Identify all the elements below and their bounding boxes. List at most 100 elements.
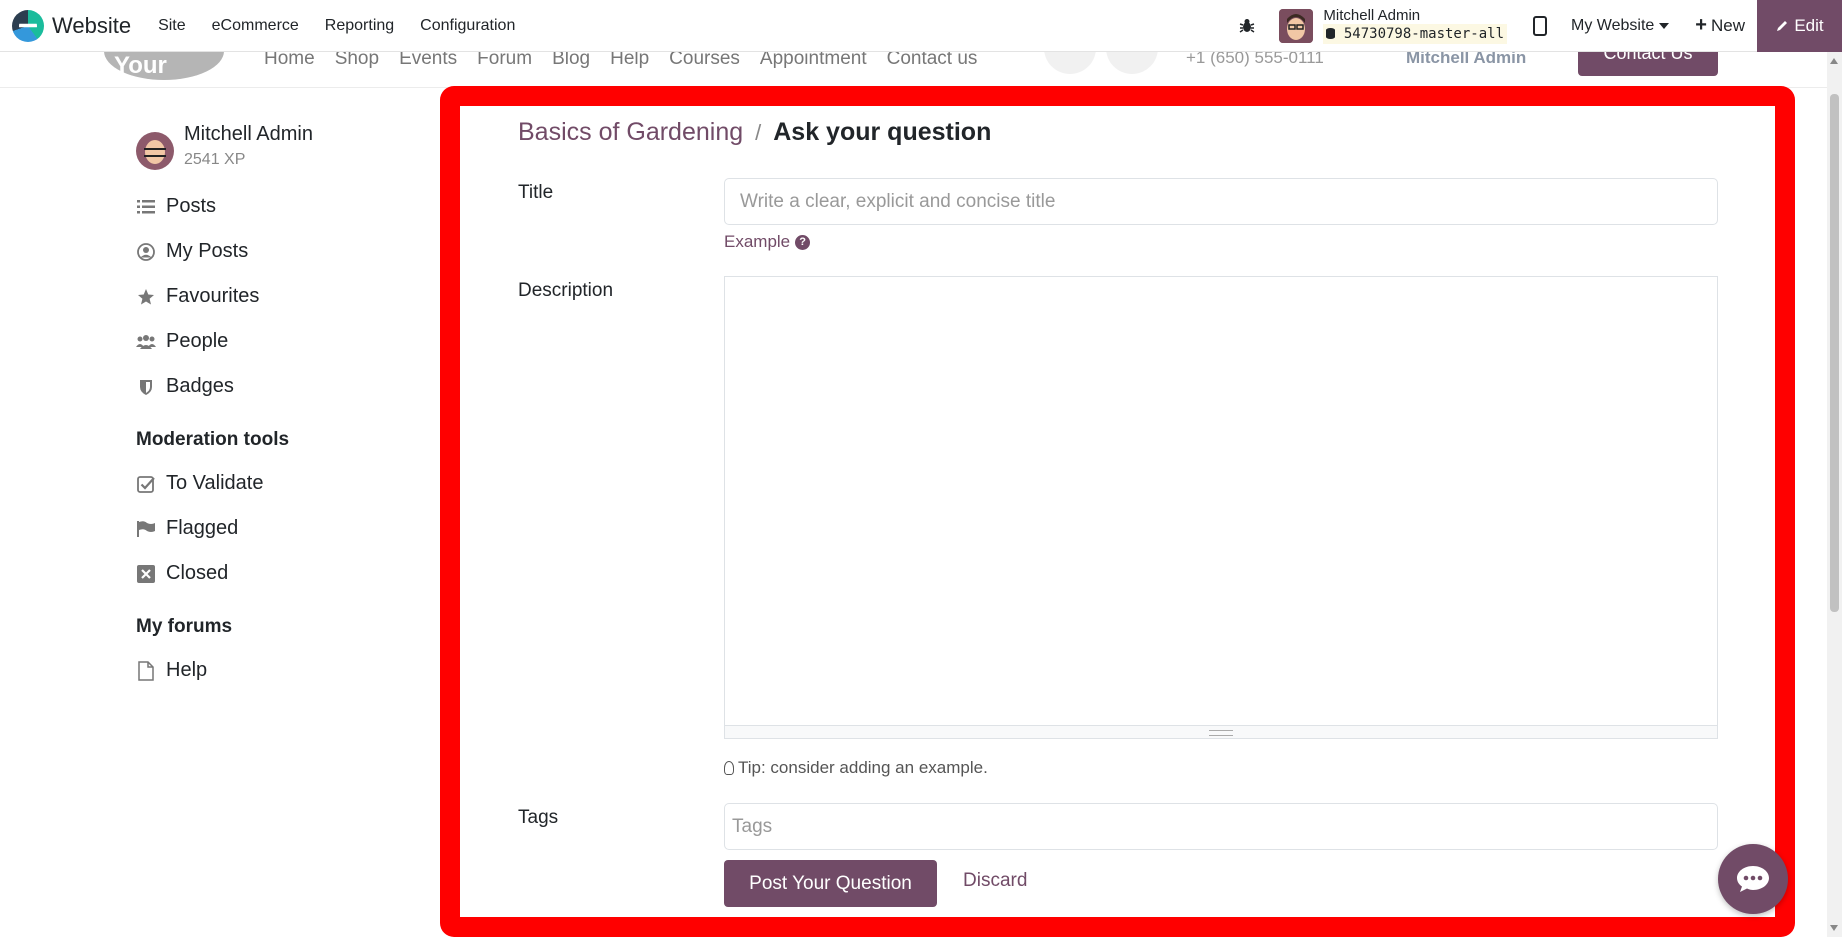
app-name: Website — [52, 12, 132, 38]
tags-input[interactable]: Tags — [724, 803, 1718, 850]
sidebar-item-posts[interactable]: Posts — [136, 184, 416, 229]
database-icon — [1326, 27, 1336, 39]
forum-sidebar: Mitchell Admin 2541 XP Posts My Posts Fa… — [136, 120, 416, 693]
sidebar-item-closed[interactable]: Closed — [136, 551, 416, 596]
tags-label: Tags — [518, 807, 559, 828]
user-menu[interactable]: Mitchell Admin 54730798-master-all — [1279, 6, 1508, 44]
sidebar-item-badges[interactable]: Badges — [136, 364, 416, 409]
contact-us-label: Contact Us — [1603, 52, 1693, 63]
chat-bubble-icon — [1737, 866, 1769, 892]
new-content-button[interactable]: + New — [1695, 14, 1745, 37]
my-forums-heading: My forums — [136, 616, 233, 637]
sidebar-item-to-validate[interactable]: To Validate — [136, 461, 416, 506]
shield-icon — [136, 377, 156, 397]
search-icon[interactable] — [1106, 52, 1158, 74]
site-nav: Home Shop Events Forum Blog Help Courses… — [264, 52, 997, 70]
plus-icon: + — [1695, 14, 1707, 36]
menu-reporting[interactable]: Reporting — [312, 17, 407, 35]
site-nav-contact[interactable]: Contact us — [887, 52, 978, 70]
site-nav-forum[interactable]: Forum — [477, 52, 532, 70]
odoo-navbar: Website Site eCommerce Reporting Configu… — [0, 0, 1842, 52]
livechat-button[interactable] — [1718, 844, 1788, 914]
user-circle-icon — [136, 242, 156, 262]
pencil-icon — [1777, 20, 1788, 31]
sidebar-item-help[interactable]: Help — [136, 648, 416, 693]
systray: Mitchell Admin 54730798-master-all My We… — [1237, 0, 1842, 52]
database-name: 54730798-master-all — [1343, 25, 1505, 42]
description-editor[interactable] — [724, 276, 1718, 739]
sidebar-item-label: Favourites — [166, 285, 260, 307]
editor-resize-handle[interactable] — [725, 725, 1717, 738]
site-phone[interactable]: +1 (650) 555-0111 — [1186, 52, 1324, 68]
breadcrumb-separator: / — [755, 119, 762, 145]
sidebar-item-label: To Validate — [166, 472, 264, 494]
menu-configuration[interactable]: Configuration — [407, 17, 528, 35]
sidebar-item-label: Posts — [166, 195, 217, 217]
top-menu: Site eCommerce Reporting Configuration — [145, 17, 528, 35]
page-title: Ask your question — [773, 118, 992, 146]
scrollbar-thumb[interactable] — [1830, 94, 1839, 612]
sidebar-item-favourites[interactable]: Favourites — [136, 274, 416, 319]
title-label: Title — [518, 182, 554, 203]
site-nav-appointment[interactable]: Appointment — [760, 52, 867, 70]
site-nav-help[interactable]: Help — [610, 52, 649, 70]
sidebar-item-flagged[interactable]: Flagged — [136, 506, 416, 551]
caret-down-icon — [1659, 22, 1670, 29]
sidebar-item-label: Flagged — [166, 517, 239, 539]
flag-icon — [136, 519, 156, 539]
file-icon — [136, 660, 156, 681]
cart-icon[interactable] — [1044, 52, 1096, 74]
title-input[interactable]: Write a clear, explicit and concise titl… — [724, 178, 1718, 225]
tip-label: Tip: consider adding an example. — [738, 758, 988, 777]
scroll-up-arrow-icon[interactable] — [1830, 58, 1838, 64]
contact-us-button[interactable]: Contact Us — [1578, 52, 1718, 76]
profile-xp: 2541 XP — [184, 151, 246, 168]
site-nav-shop[interactable]: Shop — [335, 52, 379, 70]
site-logo-text: Your Logo — [114, 52, 173, 87]
site-nav-events[interactable]: Events — [399, 52, 457, 70]
website-switcher[interactable]: My Website — [1571, 16, 1670, 35]
page-scrollbar[interactable] — [1827, 52, 1842, 937]
question-circle-icon: ? — [795, 234, 811, 250]
post-question-button[interactable]: Post Your Question — [724, 860, 937, 907]
tags-placeholder: Tags — [732, 815, 773, 837]
menu-ecommerce[interactable]: eCommerce — [199, 17, 312, 35]
site-nav-home[interactable]: Home — [264, 52, 315, 70]
menu-site[interactable]: Site — [145, 17, 199, 35]
breadcrumb: Basics of Gardening / Ask your question — [518, 118, 991, 147]
avatar — [136, 132, 174, 170]
edit-label: Edit — [1794, 15, 1824, 35]
close-square-icon — [136, 564, 156, 584]
lightbulb-icon — [724, 761, 734, 775]
profile-card[interactable]: Mitchell Admin 2541 XP — [136, 120, 416, 172]
scroll-down-arrow-icon[interactable] — [1830, 925, 1838, 931]
check-square-icon — [136, 474, 156, 494]
site-user[interactable]: Mitchell Admin — [1406, 52, 1526, 68]
mobile-preview-icon[interactable] — [1533, 15, 1548, 36]
moderation-tools-heading: Moderation tools — [136, 429, 290, 450]
description-label: Description — [518, 280, 614, 301]
star-icon — [136, 287, 156, 307]
website-switcher-label: My Website — [1571, 16, 1655, 34]
sidebar-item-label: People — [166, 330, 229, 352]
sidebar-item-label: My Posts — [166, 240, 249, 262]
breadcrumb-forum-link[interactable]: Basics of Gardening — [518, 118, 743, 147]
site-logo[interactable]: Your Logo — [104, 52, 224, 87]
edit-button[interactable]: Edit — [1757, 0, 1842, 52]
bug-icon[interactable] — [1237, 16, 1257, 36]
list-icon — [136, 197, 156, 217]
sidebar-item-label: Closed — [166, 562, 229, 584]
discard-button[interactable]: Discard — [963, 870, 1027, 892]
new-label: New — [1710, 15, 1745, 35]
site-nav-courses[interactable]: Courses — [669, 52, 740, 70]
website-header: Your Logo Home Shop Events Forum Blog He… — [0, 52, 1842, 88]
sidebar-item-label: Badges — [166, 375, 234, 397]
example-link[interactable]: Example ? — [724, 232, 811, 252]
sidebar-item-people[interactable]: People — [136, 319, 416, 364]
navbar-user-name: Mitchell Admin — [1323, 6, 1421, 24]
title-placeholder: Write a clear, explicit and concise titl… — [740, 190, 1056, 212]
sidebar-item-my-posts[interactable]: My Posts — [136, 229, 416, 274]
app-brand[interactable]: Website — [12, 9, 132, 42]
site-nav-blog[interactable]: Blog — [552, 52, 590, 70]
database-badge: 54730798-master-all — [1323, 23, 1508, 44]
